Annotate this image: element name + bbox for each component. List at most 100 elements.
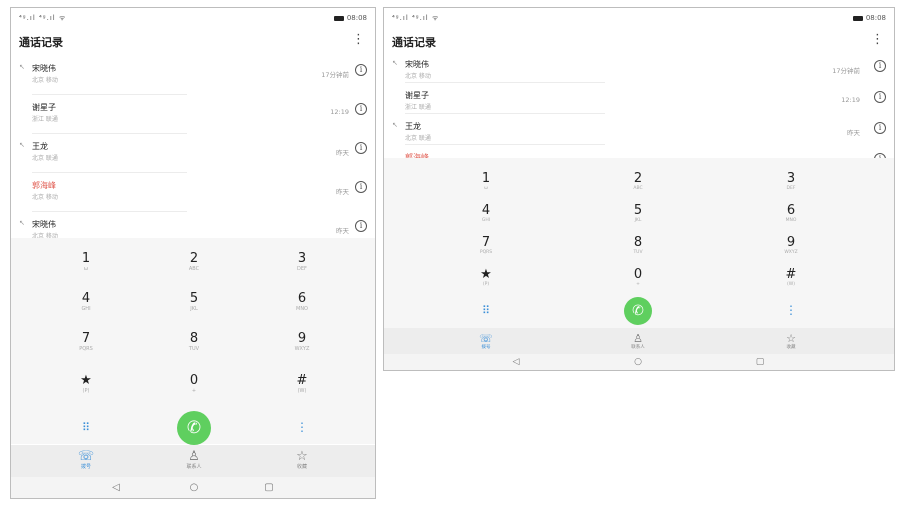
- battery-icon: [852, 15, 863, 21]
- call-time: 17分钟前: [832, 67, 860, 75]
- dialpad-key[interactable]: 4 GHI: [61, 292, 111, 312]
- call-button[interactable]: ✆: [624, 297, 652, 325]
- tab-contacts[interactable]: ♙ 联系人: [169, 450, 219, 470]
- dialpad-key[interactable]: 4 GHI: [461, 204, 511, 224]
- home-icon[interactable]: ○: [628, 357, 648, 367]
- call-info-icon[interactable]: i: [355, 142, 367, 154]
- call-info-icon[interactable]: i: [355, 220, 367, 232]
- key-letters: PQRS: [79, 346, 93, 352]
- recents-icon[interactable]: ▢: [259, 482, 279, 493]
- battery-icon: [333, 15, 344, 21]
- call-log-row[interactable]: ↖ 宋晓伟 北京 移动 17分钟前 i: [11, 56, 375, 95]
- signal-icon: ⁴ᵍ.ıl ⁴ᵍ.ıl ᯤ: [392, 14, 440, 22]
- dialpad-key[interactable]: 9 WXYZ: [766, 236, 816, 256]
- key-letters: TUV: [633, 250, 643, 255]
- caller-location: 北京 联通: [405, 135, 431, 142]
- call-log-row[interactable]: 郭海峰 北京 移动 昨天 i: [11, 173, 375, 212]
- dialpad-key[interactable]: 5 JKL: [613, 204, 663, 224]
- dialpad-key[interactable]: 3 DEF: [766, 172, 816, 192]
- missed-call-icon: ↖: [19, 141, 25, 149]
- caller-name: 谢星子: [405, 91, 429, 100]
- dialpad-key[interactable]: # (W): [766, 268, 816, 288]
- key-digit: 7: [481, 235, 491, 250]
- key-digit: 6: [786, 203, 796, 218]
- back-icon[interactable]: ◁: [506, 357, 526, 367]
- key-letters: (W): [297, 388, 307, 394]
- tab-favorites[interactable]: ☆ 收藏: [766, 333, 816, 351]
- call-log-row[interactable]: ↖ 王龙 北京 联通 昨天 i: [384, 114, 894, 145]
- key-digit: 1: [481, 171, 491, 186]
- key-digit: 3: [786, 171, 796, 186]
- overflow-menu-icon[interactable]: ⋮: [352, 32, 365, 47]
- call-info-icon[interactable]: i: [355, 64, 367, 76]
- dialpad-key[interactable]: 1ω: [61, 252, 111, 272]
- dialpad-toggle-icon[interactable]: ⠿: [76, 421, 96, 434]
- dialpad-key[interactable]: 0 +: [613, 268, 663, 288]
- star-icon: ☆: [786, 332, 796, 345]
- key-letters: ABC: [188, 266, 200, 272]
- call-time: 17分钟前: [321, 71, 349, 79]
- call-info-icon[interactable]: i: [355, 181, 367, 193]
- dialpad-key[interactable]: 8 TUV: [169, 332, 219, 352]
- call-log-row[interactable]: 谢星子 浙江 联通 12:19 i: [384, 83, 894, 114]
- home-icon[interactable]: ○: [184, 482, 204, 493]
- dialpad-key[interactable]: 6 MNO: [277, 292, 327, 312]
- call-info-icon[interactable]: i: [874, 60, 886, 72]
- dialpad-key[interactable]: 8 TUV: [613, 236, 663, 256]
- key-letters: ω: [83, 266, 89, 272]
- dialpad-key[interactable]: # (W): [277, 374, 327, 394]
- call-log-row[interactable]: ↖ 宋晓伟 北京 移动 17分钟前 i: [384, 52, 894, 83]
- dialpad-key[interactable]: 2 ABC: [169, 252, 219, 272]
- dialpad-key[interactable]: 9 WXYZ: [277, 332, 327, 352]
- key-letters: (P): [82, 388, 90, 394]
- call-time: 昨天: [336, 149, 349, 157]
- key-letters: ω: [484, 186, 488, 191]
- key-digit: 9: [297, 331, 307, 346]
- key-digit: 6: [297, 291, 307, 306]
- dialpad-key[interactable]: 5 JKL: [169, 292, 219, 312]
- call-log-row[interactable]: ↖ 王龙 北京 联通 昨天 i: [11, 134, 375, 173]
- dialpad-key[interactable]: 7 PQRS: [461, 236, 511, 256]
- dialpad-key[interactable]: ★ (P): [461, 268, 511, 288]
- key-digit: ★: [480, 267, 492, 282]
- dialpad-toggle-icon[interactable]: ⠿: [476, 304, 496, 317]
- key-letters: MNO: [785, 218, 797, 223]
- dialpad-key[interactable]: 6 MNO: [766, 204, 816, 224]
- call-info-icon[interactable]: i: [355, 103, 367, 115]
- dialpad-key[interactable]: 7 PQRS: [61, 332, 111, 352]
- overflow-menu-icon[interactable]: ⋮: [871, 32, 884, 47]
- call-info-icon[interactable]: i: [874, 91, 886, 103]
- key-digit: 8: [189, 331, 199, 346]
- caller-name: 王龙: [32, 142, 48, 151]
- key-letters: GHI: [481, 218, 491, 223]
- tab-dialer[interactable]: ☏ 拨号: [61, 450, 111, 470]
- key-letters: DEF: [786, 186, 796, 191]
- back-icon[interactable]: ◁: [106, 482, 126, 493]
- dialpad-more-icon[interactable]: ⋮: [292, 420, 312, 434]
- star-icon: ☆: [296, 449, 308, 464]
- caller-location: 北京 移动: [32, 77, 58, 84]
- tab-contacts[interactable]: ♙ 联系人: [613, 333, 663, 351]
- dialpad-more-icon[interactable]: ⋮: [781, 303, 801, 317]
- call-button[interactable]: ✆: [177, 411, 211, 445]
- call-time: 昨天: [336, 188, 349, 196]
- recents-icon[interactable]: ▢: [750, 357, 770, 367]
- dialpad-key[interactable]: 0 +: [169, 374, 219, 394]
- caller-name: 王龙: [405, 122, 421, 131]
- tab-favorites[interactable]: ☆ 收藏: [277, 450, 327, 470]
- dialpad-key[interactable]: 1ω: [461, 172, 511, 192]
- tab-dialer[interactable]: ☏ 拨号: [461, 333, 511, 351]
- dialpad-key[interactable]: 3 DEF: [277, 252, 327, 272]
- call-time: 12:19: [330, 108, 349, 116]
- call-info-icon[interactable]: i: [874, 122, 886, 134]
- call-time: 昨天: [847, 129, 860, 137]
- key-digit: 9: [786, 235, 796, 250]
- call-log-row[interactable]: 谢星子 浙江 联通 12:19 i: [11, 95, 375, 134]
- key-letters: MNO: [296, 306, 308, 312]
- dialpad-key[interactable]: 2 ABC: [613, 172, 663, 192]
- key-letters: GHI: [81, 306, 91, 312]
- key-digit: 3: [297, 251, 307, 266]
- status-clock: 08:08: [865, 14, 886, 22]
- dialpad-key[interactable]: ★ (P): [61, 374, 111, 394]
- caller-name: 宋晓伟: [32, 64, 56, 73]
